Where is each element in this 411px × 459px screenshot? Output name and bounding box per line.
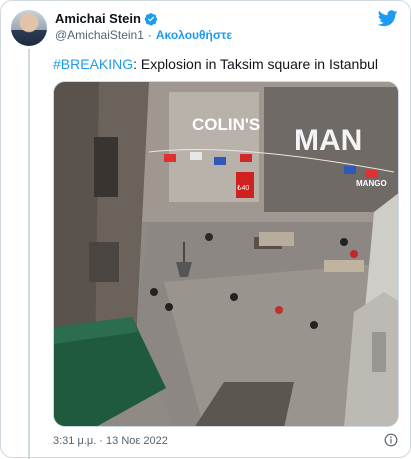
colins-sign: COLIN'S [192,115,260,134]
mango-sign: MAN [294,124,362,157]
tweet-body: : Explosion in Taksim square in Istanbul [133,56,379,72]
mango-sub-sign: MANGO [356,179,387,188]
separator-dot: · [147,28,152,42]
handle-row: @AmichaiStein1 · Ακολουθήστε [55,28,232,42]
author-handle[interactable]: @AmichaiStein1 [55,28,144,42]
twitter-bird-icon[interactable] [378,10,398,27]
tweet-text: #BREAKING: Explosion in Taksim square in… [53,55,378,73]
hashtag-link[interactable]: #BREAKING [53,56,133,72]
tweet-timestamp[interactable]: 3:31 μ.μ. · 13 Νοε 2022 [53,435,168,447]
author-name-row: Amichai Stein [55,11,158,26]
verified-badge-icon [144,12,158,25]
thread-line [28,49,30,459]
tweet-embed-card: Amichai Stein @AmichaiStein1 · Ακολουθήσ… [0,0,411,459]
tweet-photo[interactable]: COLIN'S MAN MANGO ₺40 [53,81,399,427]
avatar[interactable] [11,10,47,46]
street-scene-image: COLIN'S MAN MANGO ₺40 [54,82,398,426]
follow-button[interactable]: Ακολουθήστε [156,28,232,42]
info-icon[interactable] [384,433,398,447]
author-name[interactable]: Amichai Stein [55,11,141,26]
price-sign: ₺40 [237,184,249,192]
